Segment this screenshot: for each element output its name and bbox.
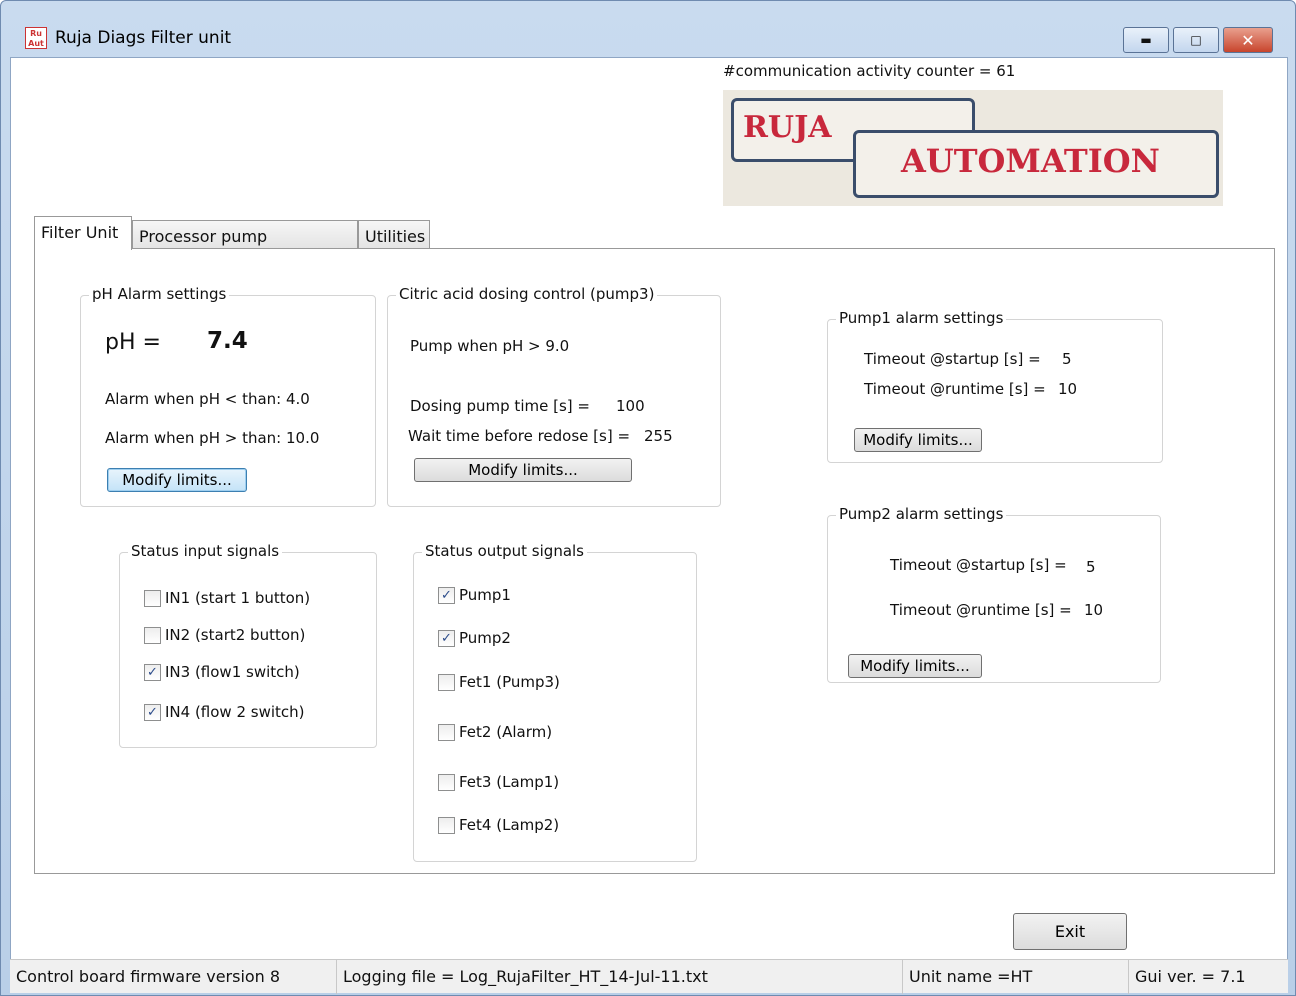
output-pump1-checkbox[interactable]: ✓ Pump1 — [438, 586, 511, 604]
check-icon[interactable]: ✓ — [144, 663, 161, 681]
exit-button[interactable]: Exit — [1013, 913, 1127, 950]
pump1-startup-label: Timeout @startup [s] = — [864, 350, 1041, 368]
checkbox-box[interactable] — [438, 673, 455, 691]
ph-label: pH = — [105, 330, 161, 355]
tab-processor-pump-overwatch[interactable]: Processor pump overwatch — [132, 220, 358, 265]
wait-time-value: 255 — [644, 427, 673, 445]
checkbox-label: Fet2 (Alarm) — [459, 723, 553, 741]
restore-icon: □ — [1190, 33, 1202, 47]
checkbox-box[interactable] — [438, 816, 455, 834]
checkbox-box[interactable] — [144, 626, 161, 644]
client-area: #communication activity counter = 61 RUJ… — [10, 57, 1288, 989]
dosing-time-value: 100 — [616, 397, 645, 415]
checkbox-label: IN3 (flow1 switch) — [165, 663, 300, 681]
output-pump2-checkbox[interactable]: ✓ Pump2 — [438, 629, 511, 647]
filter-unit-panel: pH Alarm settings pH = 7.4 Alarm when pH… — [34, 248, 1275, 874]
pump1-startup-value: 5 — [1062, 350, 1072, 368]
check-icon[interactable]: ✓ — [438, 586, 455, 604]
tab-label: Filter Unit — [41, 223, 119, 242]
alarm-high-label: Alarm when pH > than: 10.0 — [105, 429, 320, 447]
ph-alarm-group: pH Alarm settings pH = 7.4 Alarm when pH… — [80, 285, 376, 507]
minimize-button[interactable]: ▬ — [1123, 27, 1169, 53]
pump2-runtime-label: Timeout @runtime [s] = — [890, 601, 1072, 619]
citric-modify-limits-button[interactable]: Modify limits... — [414, 458, 632, 482]
logo-text-ruja: RUJA — [743, 110, 832, 145]
pump1-alarm-group: Pump1 alarm settings Timeout @startup [s… — [827, 309, 1163, 463]
group-legend: pH Alarm settings — [89, 285, 230, 303]
checkbox-label: IN2 (start2 button) — [165, 626, 306, 644]
status-outputs-group: Status output signals ✓ Pump1 ✓ Pump2 Fe… — [413, 542, 697, 862]
citric-acid-group: Citric acid dosing control (pump3) Pump … — [387, 285, 721, 507]
app-window: Ru Aut Ruja Diags Filter unit ▬ □ ✕ #com… — [0, 0, 1296, 996]
alarm-low-label: Alarm when pH < than: 4.0 — [105, 390, 310, 408]
close-button[interactable]: ✕ — [1223, 27, 1273, 53]
maximize-button[interactable]: □ — [1173, 27, 1219, 53]
status-inputs-group: Status input signals IN1 (start 1 button… — [119, 542, 377, 748]
output-fet2-checkbox[interactable]: Fet2 (Alarm) — [438, 723, 552, 741]
group-legend: Status input signals — [128, 542, 283, 560]
pump2-alarm-group: Pump2 alarm settings Timeout @startup [s… — [827, 505, 1161, 683]
pump1-runtime-value: 10 — [1058, 380, 1078, 398]
checkbox-box[interactable] — [438, 773, 455, 791]
pump2-startup-label: Timeout @startup [s] = — [890, 556, 1067, 574]
logo-text-automation: AUTOMATION — [901, 142, 1160, 180]
ph-value: 7.4 — [207, 328, 248, 354]
tab-filter-unit[interactable]: Filter Unit — [34, 216, 132, 250]
group-legend: Citric acid dosing control (pump3) — [396, 285, 658, 303]
ph-modify-limits-button[interactable]: Modify limits... — [107, 468, 247, 492]
input-in2-checkbox[interactable]: IN2 (start2 button) — [144, 626, 305, 644]
input-in3-checkbox[interactable]: ✓ IN3 (flow1 switch) — [144, 663, 300, 681]
status-bar: Control board firmware version 8 Logging… — [10, 959, 1288, 994]
pump2-startup-value: 5 — [1086, 558, 1096, 576]
input-in1-checkbox[interactable]: IN1 (start 1 button) — [144, 589, 310, 607]
checkbox-box[interactable] — [144, 589, 161, 607]
checkbox-label: IN4 (flow 2 switch) — [165, 703, 305, 721]
group-legend: Pump1 alarm settings — [836, 309, 1007, 327]
wait-time-label: Wait time before redose [s] = — [408, 427, 631, 445]
logging-file-status: Logging file = Log_RujaFilter_HT_14-Jul-… — [337, 960, 903, 994]
pump-when-label: Pump when pH > 9.0 — [410, 337, 570, 355]
app-icon: Ru Aut — [25, 27, 47, 49]
checkbox-label: Pump2 — [459, 629, 511, 647]
minimize-icon: ▬ — [1140, 33, 1152, 47]
check-icon[interactable]: ✓ — [144, 703, 161, 721]
dosing-time-label: Dosing pump time [s] = — [410, 397, 590, 415]
checkbox-label: Fet1 (Pump3) — [459, 673, 560, 691]
group-legend: Pump2 alarm settings — [836, 505, 1007, 523]
pump2-modify-limits-button[interactable]: Modify limits... — [848, 654, 982, 678]
firmware-version-status: Control board firmware version 8 — [10, 960, 337, 994]
checkbox-label: Fet3 (Lamp1) — [459, 773, 560, 791]
unit-name-status: Unit name =HT — [903, 960, 1129, 994]
gui-version-status: Gui ver. = 7.1 — [1135, 967, 1246, 986]
pump2-runtime-value: 10 — [1084, 601, 1104, 619]
checkbox-label: Fet4 (Lamp2) — [459, 816, 560, 834]
checkbox-box[interactable] — [438, 723, 455, 741]
checkbox-label: IN1 (start 1 button) — [165, 589, 311, 607]
checkbox-label: Pump1 — [459, 586, 511, 604]
output-fet4-checkbox[interactable]: Fet4 (Lamp2) — [438, 816, 559, 834]
check-icon[interactable]: ✓ — [438, 629, 455, 647]
tab-label: Utilities — [365, 227, 426, 246]
group-legend: Status output signals — [422, 542, 587, 560]
close-icon: ✕ — [1241, 30, 1255, 50]
title-bar[interactable]: Ru Aut Ruja Diags Filter unit ▬ □ ✕ — [1, 1, 1295, 57]
output-fet1-checkbox[interactable]: Fet1 (Pump3) — [438, 673, 560, 691]
input-in4-checkbox[interactable]: ✓ IN4 (flow 2 switch) — [144, 703, 305, 721]
communication-counter: #communication activity counter = 61 — [723, 62, 1016, 80]
pump1-modify-limits-button[interactable]: Modify limits... — [854, 428, 982, 452]
pump1-runtime-label: Timeout @runtime [s] = — [864, 380, 1046, 398]
company-logo: RUJA AUTOMATION — [723, 90, 1223, 206]
output-fet3-checkbox[interactable]: Fet3 (Lamp1) — [438, 773, 559, 791]
window-title: Ruja Diags Filter unit — [55, 28, 232, 48]
tab-utilities[interactable]: Utilities — [358, 220, 430, 250]
